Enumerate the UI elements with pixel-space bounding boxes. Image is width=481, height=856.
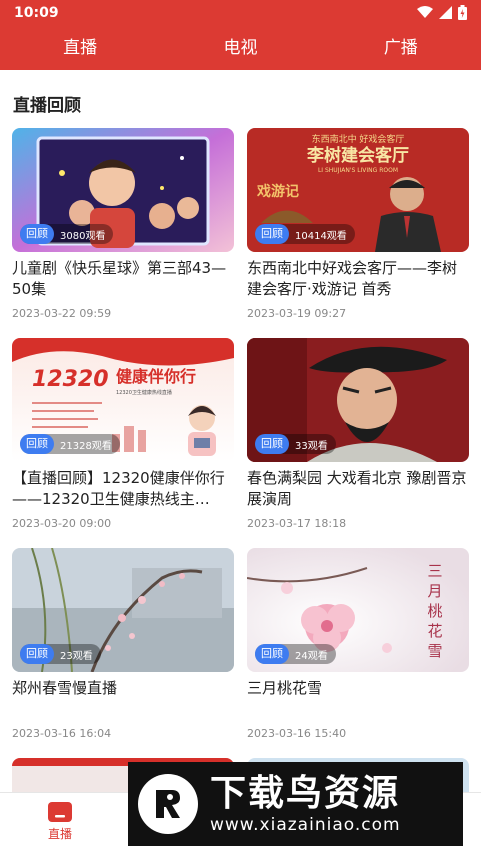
status-icons xyxy=(417,5,467,20)
thumb-logo-text: 戏游记 xyxy=(256,183,299,200)
thumb-main-text: 李树建会客厅 xyxy=(307,145,409,166)
card-date: 2023-03-19 09:27 xyxy=(247,307,347,320)
replay-card[interactable]: 回顾 33观看 春色满梨园 大戏看北京 豫剧晋京展演周 2023-03-17 1… xyxy=(247,338,469,530)
view-count: 24观看 xyxy=(295,650,328,662)
replay-badge: 回顾 10414观看 xyxy=(255,224,355,244)
nav-label-live: 直播 xyxy=(47,827,72,841)
live-tv-icon xyxy=(48,802,72,822)
svg-text:花: 花 xyxy=(427,622,442,640)
wifi-icon xyxy=(417,6,433,18)
card-title: 春色满梨园 大戏看北京 豫剧晋京展演周 xyxy=(247,469,467,508)
replay-badge: 回顾 33观看 xyxy=(255,434,336,454)
tab-live[interactable]: 直播 xyxy=(0,28,160,68)
thumb-number-text: 12320 xyxy=(32,367,109,392)
watermark-url: www.xiazainiao.com xyxy=(210,815,401,835)
card-title: 郑州春雪慢直播 xyxy=(12,679,118,697)
replay-card[interactable]: 回顾 23观看 郑州春雪慢直播 2023-03-16 16:04 xyxy=(12,548,234,740)
view-count: 3080观看 xyxy=(60,230,106,242)
thumb-top-text: 东西南北中 好戏会客厅 xyxy=(312,133,405,145)
card-thumbnail: 回顾 33观看 xyxy=(247,338,469,462)
replay-tag: 回顾 xyxy=(20,434,54,454)
card-date: 2023-03-16 16:04 xyxy=(12,727,112,740)
svg-text:三: 三 xyxy=(427,562,442,580)
replay-card[interactable]: 三 月 桃 花 雪 回顾 24观看 三月桃花雪 2023-03-16 15:40 xyxy=(247,548,469,740)
card-title: 儿童剧《快乐星球》第三部43—50集 xyxy=(12,259,227,298)
svg-text:雪: 雪 xyxy=(427,642,442,660)
app-header: 10:09 直播 电视 广播 xyxy=(0,0,481,70)
top-tabs: 直播 电视 广播 xyxy=(0,28,481,68)
replay-card[interactable]: 12320 健康伴你行 12320卫生健康热线直播 回顾 21328观看 【直播… xyxy=(12,338,234,530)
replay-badge: 回顾 24观看 xyxy=(255,644,336,664)
thumb-sub-text: LI SHUJIAN'S LIVING ROOM xyxy=(318,167,398,174)
watermark-title: 下载鸟资源 xyxy=(210,773,401,814)
replay-tag: 回顾 xyxy=(255,434,289,454)
card-title: 东西南北中好戏会客厅——李树建会客厅·戏游记 首秀 xyxy=(247,259,458,298)
view-count: 33观看 xyxy=(295,440,328,452)
card-thumbnail: 回顾 3080观看 xyxy=(12,128,234,252)
thumb-vertical-text: 三 月 桃 花 雪 xyxy=(427,562,442,660)
replay-tag: 回顾 xyxy=(255,644,289,664)
tab-radio[interactable]: 广播 xyxy=(321,28,481,68)
watermark: 下载鸟资源 www.xiazainiao.com xyxy=(128,762,463,846)
svg-text:月: 月 xyxy=(427,582,442,600)
replay-tag: 回顾 xyxy=(20,224,54,244)
nav-item-live[interactable]: 直播 xyxy=(36,801,84,842)
card-thumbnail: 12320 健康伴你行 12320卫生健康热线直播 回顾 21328观看 xyxy=(12,338,234,462)
card-thumbnail: 三 月 桃 花 雪 回顾 24观看 xyxy=(247,548,469,672)
card-thumbnail: 东西南北中 好戏会客厅 李树建会客厅 LI SHUJIAN'S LIVING R… xyxy=(247,128,469,252)
tab-tv[interactable]: 电视 xyxy=(160,28,320,68)
replay-tag: 回顾 xyxy=(20,644,54,664)
replay-card[interactable]: 东西南北中 好戏会客厅 李树建会客厅 LI SHUJIAN'S LIVING R… xyxy=(247,128,469,320)
thumb-sub-text: 12320卫生健康热线直播 xyxy=(116,389,172,396)
view-count: 21328观看 xyxy=(60,440,112,452)
replay-badge: 回顾 21328观看 xyxy=(20,434,120,454)
replay-badge: 回顾 3080观看 xyxy=(20,224,114,244)
card-title: 【直播回顾】12320健康伴你行——12320卫生健康热线主… xyxy=(12,469,225,508)
section-title: 直播回顾 xyxy=(13,96,81,116)
replay-card[interactable]: 回顾 3080观看 儿童剧《快乐星球》第三部43—50集 2023-03-22 … xyxy=(12,128,234,320)
watermark-text: 下载鸟资源 www.xiazainiao.com xyxy=(210,773,401,835)
status-bar: 10:09 xyxy=(0,0,481,26)
signal-icon xyxy=(439,6,452,19)
view-count: 23观看 xyxy=(60,650,93,662)
replay-tag: 回顾 xyxy=(255,224,289,244)
status-time: 10:09 xyxy=(14,5,59,21)
view-count: 10414观看 xyxy=(295,230,347,242)
thumb-slogan-text: 健康伴你行 xyxy=(116,367,196,386)
card-date: 2023-03-22 09:59 xyxy=(12,307,112,320)
battery-icon xyxy=(458,5,467,20)
card-date: 2023-03-20 09:00 xyxy=(12,517,112,530)
card-thumbnail: 回顾 23观看 xyxy=(12,548,234,672)
card-date: 2023-03-17 18:18 xyxy=(247,517,347,530)
svg-text:桃: 桃 xyxy=(427,602,442,620)
card-date: 2023-03-16 15:40 xyxy=(247,727,347,740)
replay-badge: 回顾 23观看 xyxy=(20,644,101,664)
bird-logo-icon xyxy=(138,774,198,834)
card-title: 三月桃花雪 xyxy=(247,679,323,697)
